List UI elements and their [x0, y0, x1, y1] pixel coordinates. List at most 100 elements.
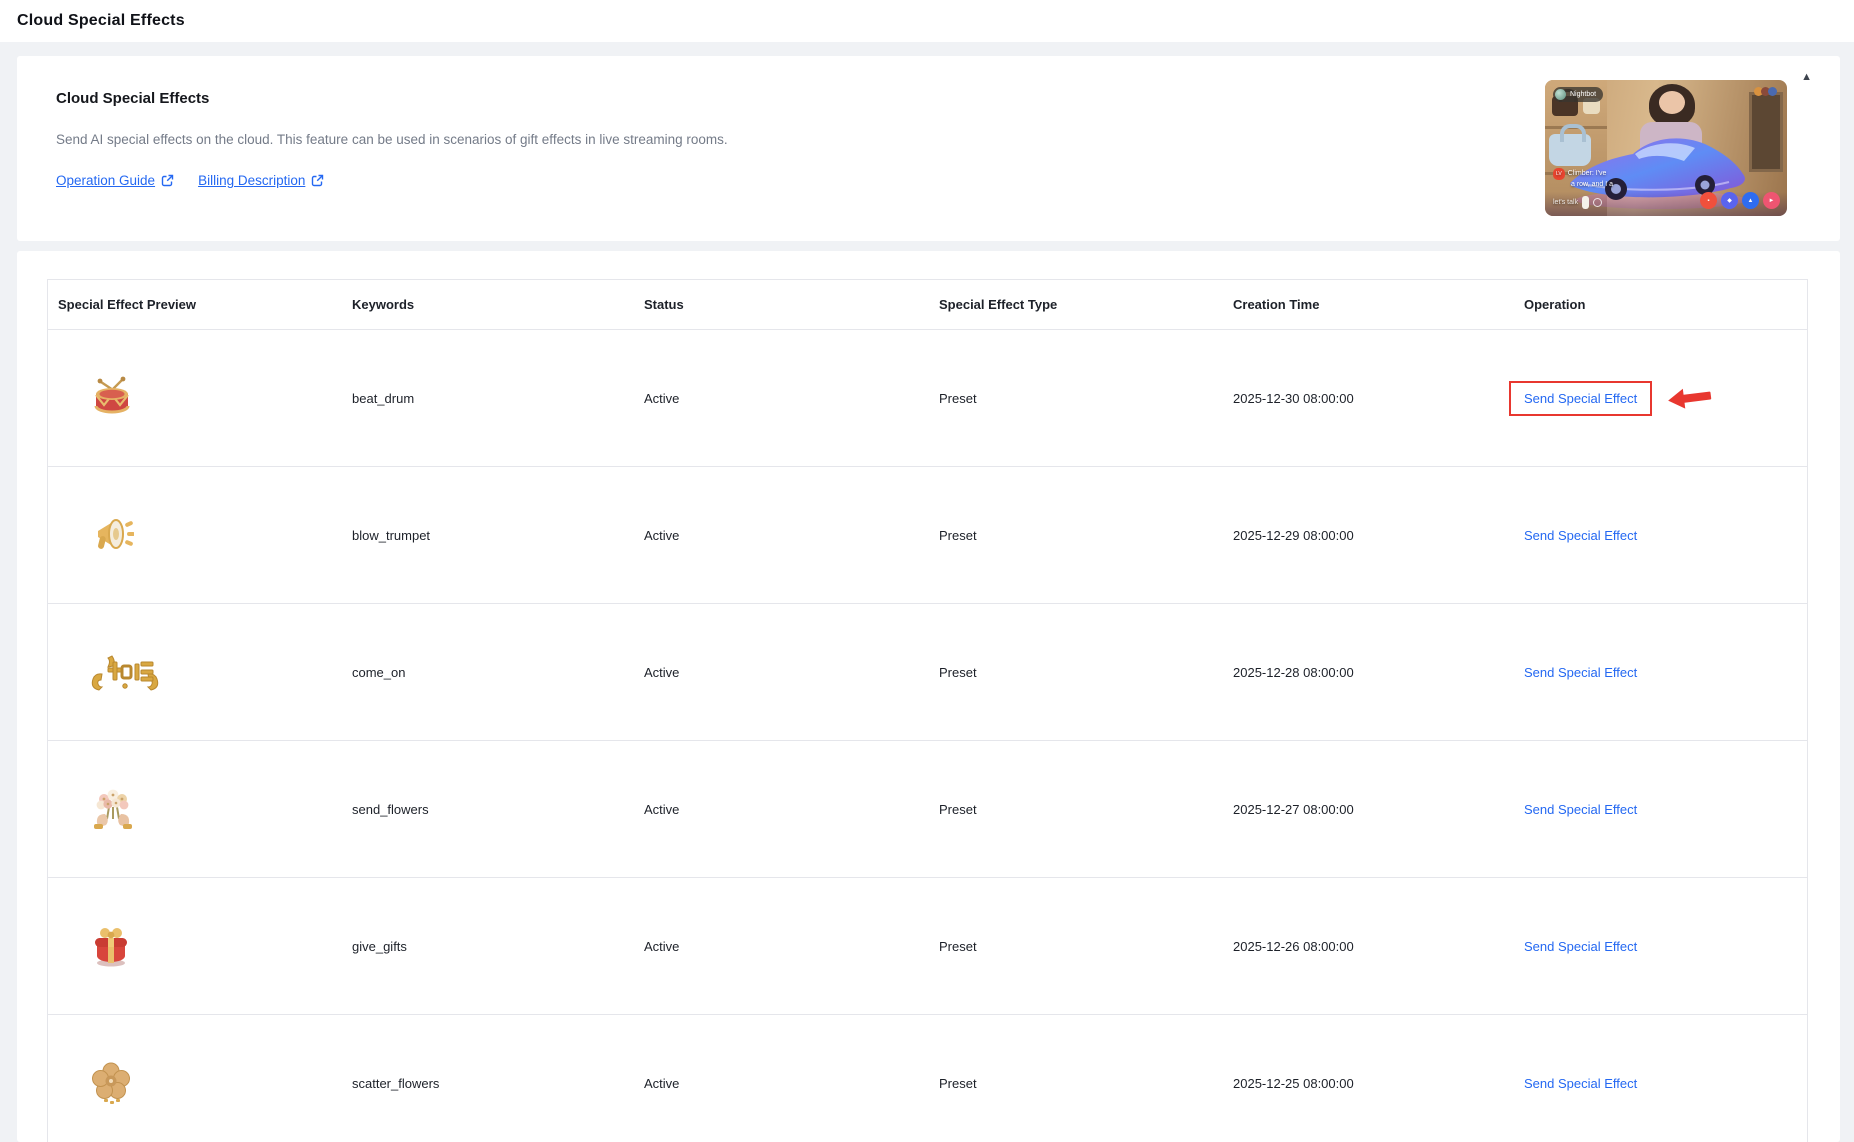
column-header-operation: Operation — [1524, 297, 1586, 312]
creation-time-cell: 2025-12-26 08:00:00 — [1233, 938, 1354, 954]
nightbot-badge: Nightbot — [1553, 87, 1604, 102]
send-special-effect-highlight-box: Send Special Effect — [1509, 380, 1653, 416]
creation-time-cell: 2025-12-27 08:00:00 — [1233, 801, 1354, 817]
status-cell: Active — [644, 938, 680, 954]
type-cell: Preset — [939, 1075, 977, 1091]
table-header-row: Special Effect Preview Keywords Status Spec… — [48, 280, 1807, 330]
table-body: beat_drum Active Preset 2025-12-30 08:00… — [48, 330, 1807, 1142]
send-special-effect-link[interactable]: Send Special Effect — [1524, 528, 1637, 543]
chat-input-hint: let's talk — [1553, 199, 1579, 206]
drum-icon — [88, 373, 136, 421]
status-cell: Active — [644, 1075, 680, 1091]
emoji-icon — [1593, 198, 1603, 207]
table-row: come_on Active Preset 2025-12-28 08:00:0… — [48, 604, 1807, 741]
column-header-creation-time: Creation Time — [1233, 297, 1320, 312]
annotation-arrow-icon — [1667, 386, 1713, 413]
operation-cell: Send Special Effect — [1514, 528, 1807, 543]
keywords-cell: scatter_flowers — [352, 1075, 440, 1091]
come-on-icon — [88, 646, 162, 696]
effects-table: Special Effect Preview Keywords Status Spec… — [47, 279, 1808, 1142]
billing-description-link[interactable]: Billing Description — [198, 173, 324, 188]
send-special-effect-highlight-box: Send Special Effect — [1524, 665, 1637, 680]
operation-cell: Send Special Effect — [1514, 665, 1807, 680]
operation-guide-link[interactable]: Operation Guide — [56, 173, 174, 188]
chat-level-badge: LV — [1553, 168, 1565, 180]
table-row: send_flowers Active Preset 2025-12-27 08… — [48, 741, 1807, 878]
type-cell: Preset — [939, 390, 977, 406]
chat-input-pill — [1582, 196, 1590, 209]
golden-flower-icon — [88, 1059, 134, 1105]
megaphone-icon — [88, 511, 135, 557]
status-cell: Active — [644, 801, 680, 817]
external-link-icon — [312, 174, 324, 187]
preview-cell — [48, 922, 342, 971]
table-row: blow_trumpet Active Preset 2025-12-29 08… — [48, 467, 1807, 604]
collapse-arrow-icon[interactable]: ▲ — [1801, 72, 1812, 83]
send-special-effect-link[interactable]: Send Special Effect — [1524, 1076, 1637, 1091]
promo-image: Nightbot LV Climber: I've a row, and I a… — [1545, 80, 1787, 216]
preview-cell — [48, 783, 342, 836]
preview-cell — [48, 1059, 342, 1108]
status-cell: Active — [644, 664, 680, 680]
operation-cell: Send Special Effect — [1514, 1076, 1807, 1091]
intro-card: Cloud Special Effects Send AI special ef… — [17, 56, 1840, 241]
creation-time-cell: 2025-12-29 08:00:00 — [1233, 527, 1354, 543]
creation-time-cell: 2025-12-30 08:00:00 — [1233, 390, 1354, 406]
operation-guide-label: Operation Guide — [56, 173, 156, 188]
operation-cell: Send Special Effect — [1514, 802, 1807, 817]
page-header: Cloud Special Effects — [0, 0, 1854, 42]
gift-icon: ◆ — [1721, 192, 1738, 209]
chat-message: Climber: I've — [1567, 170, 1607, 177]
send-special-effect-link[interactable]: Send Special Effect — [1524, 391, 1637, 406]
gift-icon — [88, 922, 134, 968]
send-special-effect-highlight-box: Send Special Effect — [1524, 939, 1637, 954]
creation-time-cell: 2025-12-25 08:00:00 — [1233, 1075, 1354, 1091]
send-special-effect-highlight-box: Send Special Effect — [1524, 802, 1637, 817]
streamer-face — [1659, 91, 1685, 114]
share-icon: ► — [1763, 192, 1780, 209]
nightbot-label: Nightbot — [1570, 91, 1597, 98]
column-header-special-effect-preview: Special Effect Preview — [58, 297, 197, 312]
viewer-avatars — [1754, 87, 1777, 96]
cart-icon: ▪ — [1700, 192, 1717, 209]
keywords-cell: give_gifts — [352, 938, 407, 954]
column-header-special-effect-type: Special Effect Type — [939, 297, 1058, 312]
preview-cell — [48, 646, 342, 699]
table-row: beat_drum Active Preset 2025-12-30 08:00… — [48, 330, 1807, 467]
status-cell: Active — [644, 527, 680, 543]
send-special-effect-link[interactable]: Send Special Effect — [1524, 939, 1637, 954]
type-cell: Preset — [939, 664, 977, 680]
type-cell: Preset — [939, 801, 977, 817]
creation-time-cell: 2025-12-28 08:00:00 — [1233, 664, 1354, 680]
preview-cell — [48, 511, 342, 560]
operation-cell: Send Special Effect — [1509, 380, 1807, 416]
column-header-keywords: Keywords — [352, 297, 415, 312]
chat-overlay: LV Climber: I've a row, and I a — [1553, 168, 1613, 190]
send-special-effect-highlight-box: Send Special Effect — [1524, 528, 1637, 543]
keywords-cell: beat_drum — [352, 390, 415, 406]
nightbot-avatar — [1555, 89, 1566, 100]
chat-message: a row, and I a — [1571, 181, 1614, 188]
table-row: scatter_flowers Active Preset 2025-12-25… — [48, 1015, 1807, 1142]
keywords-cell: send_flowers — [352, 801, 429, 817]
status-cell: Active — [644, 390, 680, 406]
column-header-status: Status — [644, 297, 684, 312]
viewer-avatar — [1768, 87, 1777, 96]
billing-description-label: Billing Description — [198, 173, 306, 188]
stream-action-buttons: ▪ ◆ ▲ ► — [1700, 192, 1780, 209]
keywords-cell: blow_trumpet — [352, 527, 431, 543]
effects-table-card: Special Effect Preview Keywords Status Spec… — [17, 251, 1840, 1142]
external-link-icon — [161, 174, 174, 187]
operation-cell: Send Special Effect — [1514, 939, 1807, 954]
bouquet-icon — [88, 783, 138, 833]
preview-cell — [48, 373, 342, 424]
send-special-effect-highlight-box: Send Special Effect — [1524, 1076, 1637, 1091]
type-cell: Preset — [939, 527, 977, 543]
send-special-effect-link[interactable]: Send Special Effect — [1524, 802, 1637, 817]
keywords-cell: come_on — [352, 664, 406, 680]
like-icon: ▲ — [1742, 192, 1759, 209]
page-body: Cloud Special Effects Send AI special ef… — [0, 42, 1854, 1142]
send-special-effect-link[interactable]: Send Special Effect — [1524, 665, 1637, 680]
page-title: Cloud Special Effects — [17, 12, 185, 29]
chat-input-row: let's talk — [1553, 196, 1603, 209]
